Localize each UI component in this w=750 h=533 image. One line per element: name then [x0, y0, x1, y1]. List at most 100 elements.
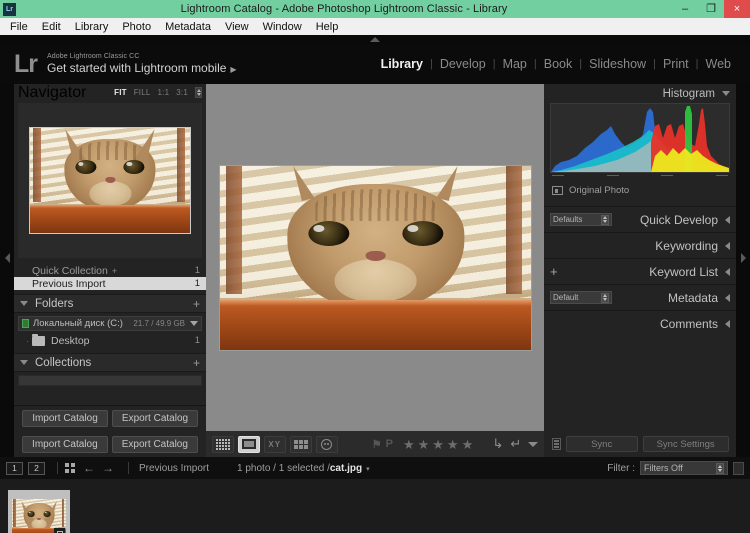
navigator-preview[interactable]: [18, 103, 202, 258]
zoom-1-1[interactable]: 1:1: [158, 88, 170, 97]
export-catalog-button[interactable]: Export Catalog: [112, 410, 198, 427]
disclosure-triangle-icon[interactable]: [725, 216, 730, 224]
histogram-header[interactable]: Histogram: [544, 84, 736, 103]
export-catalog-button-2[interactable]: Export Catalog: [112, 436, 198, 453]
disclosure-triangle-icon[interactable]: [725, 268, 730, 276]
module-book[interactable]: Book: [537, 57, 580, 71]
menu-edit[interactable]: Edit: [35, 19, 68, 35]
folder-item-desktop[interactable]: · Desktop 1: [14, 333, 206, 348]
right-panel-toggle[interactable]: [736, 84, 750, 431]
module-slideshow[interactable]: Slideshow: [582, 57, 653, 71]
original-photo-label: Original Photo: [569, 185, 629, 196]
module-map[interactable]: Map: [496, 57, 534, 71]
flag-reject-icon[interactable]: P: [386, 438, 393, 450]
star-1: ★: [403, 438, 415, 451]
disclosure-triangle-icon[interactable]: [20, 360, 28, 365]
loupe-view-canvas[interactable]: [206, 84, 545, 431]
chevron-left-icon: [5, 253, 10, 263]
survey-view-button[interactable]: [290, 436, 312, 453]
menu-file[interactable]: File: [3, 19, 35, 35]
sync-settings-button[interactable]: Sync Settings: [643, 436, 729, 452]
disclosure-triangle-icon[interactable]: [722, 91, 730, 96]
rotate-right-button[interactable]: ↵: [510, 436, 521, 452]
stepper-icon[interactable]: [716, 463, 724, 474]
catalog-row-previous-import[interactable]: Previous Import 1: [14, 277, 206, 290]
lightroom-logo-icon: Lr: [14, 52, 37, 77]
module-develop[interactable]: Develop: [433, 57, 493, 71]
filter-panel-toggle[interactable]: [733, 462, 744, 475]
disclosure-triangle-icon[interactable]: [725, 294, 730, 302]
filmstrip-source-label[interactable]: Previous Import: [139, 463, 209, 474]
product-name: Adobe Lightroom Classic CC: [47, 52, 237, 61]
filmstrip-thumbnail[interactable]: [12, 499, 66, 533]
maximize-button[interactable]: ❐: [698, 0, 724, 18]
folders-header[interactable]: Folders +: [14, 294, 206, 313]
filmstrip-selection-info[interactable]: 1 photo / 1 selected /cat.jpg▾: [237, 463, 370, 474]
main-photo[interactable]: [219, 165, 532, 351]
zoom-stepper[interactable]: [195, 87, 202, 98]
disclosure-triangle-icon[interactable]: [20, 301, 28, 306]
navigator-header[interactable]: Navigator FIT FILL 1:1 3:1: [14, 84, 206, 101]
menu-library[interactable]: Library: [68, 19, 116, 35]
flag-pick-icon[interactable]: ⚑: [372, 438, 382, 451]
grid-view-button[interactable]: [212, 436, 234, 453]
zoom-3-1[interactable]: 3:1: [176, 88, 188, 97]
rotate-left-button[interactable]: ↳: [492, 436, 503, 452]
loupe-view-button[interactable]: [238, 436, 260, 453]
module-library[interactable]: Library: [374, 57, 430, 71]
grid-view-icon[interactable]: [65, 463, 75, 473]
compare-view-button[interactable]: XY: [264, 436, 286, 453]
menu-help[interactable]: Help: [309, 19, 346, 35]
module-print[interactable]: Print: [656, 57, 696, 71]
sync-button[interactable]: Sync: [566, 436, 638, 452]
metadata-preset-select[interactable]: Default: [550, 291, 612, 304]
left-panel-toggle[interactable]: [0, 84, 14, 431]
app-icon: Lr: [3, 3, 16, 16]
toolbar-options-caret-icon[interactable]: [528, 442, 538, 447]
import-catalog-button[interactable]: Import Catalog: [22, 410, 108, 427]
add-collection-icon[interactable]: +: [193, 357, 200, 369]
zoom-fill[interactable]: FILL: [134, 88, 151, 97]
histogram-graph[interactable]: [550, 103, 730, 173]
panel-comments[interactable]: Comments: [544, 310, 736, 336]
menu-photo[interactable]: Photo: [115, 19, 158, 35]
star-rating[interactable]: ★ ★ ★ ★ ★: [403, 438, 473, 451]
import-catalog-button-2[interactable]: Import Catalog: [22, 436, 108, 453]
menu-metadata[interactable]: Metadata: [158, 19, 218, 35]
people-view-button[interactable]: [316, 436, 338, 453]
panel-quick-develop[interactable]: Defaults Quick Develop: [544, 206, 736, 232]
folder-drive-row[interactable]: Локальный диск (C:) 21.7 / 49.9 GB: [18, 316, 202, 331]
identity-plate[interactable]: Lr Adobe Lightroom Classic CC Get starte…: [0, 52, 237, 77]
panel-metadata[interactable]: Default Metadata: [544, 284, 736, 310]
menu-window[interactable]: Window: [256, 19, 309, 35]
catalog-row-quick-collection[interactable]: Quick Collection + 1: [14, 264, 206, 277]
panel-keywording[interactable]: Keywording: [544, 232, 736, 258]
navigator-title: Navigator: [18, 84, 86, 102]
module-web[interactable]: Web: [699, 57, 738, 71]
navigate-forward-icon[interactable]: →: [102, 462, 114, 474]
add-keyword-icon[interactable]: +: [550, 265, 558, 278]
disclosure-triangle-icon[interactable]: [725, 242, 730, 250]
navigate-back-icon[interactable]: ←: [83, 462, 95, 474]
disclosure-triangle-icon[interactable]: [725, 320, 730, 328]
add-folder-icon[interactable]: +: [193, 298, 200, 310]
collections-header[interactable]: Collections +: [14, 353, 206, 372]
monitor-1-button[interactable]: 1: [6, 462, 23, 475]
collections-search-field[interactable]: [18, 375, 202, 386]
folders-title: Folders: [35, 298, 73, 310]
menu-view[interactable]: View: [218, 19, 256, 35]
thumbnail-badge-icon[interactable]: [54, 528, 65, 533]
stepper-icon[interactable]: [601, 293, 609, 303]
quick-develop-preset-select[interactable]: Defaults: [550, 213, 612, 226]
zoom-fit[interactable]: FIT: [114, 88, 127, 97]
panel-keyword-list[interactable]: + Keyword List: [544, 258, 736, 284]
filmstrip-thumbnail-cell[interactable]: [8, 490, 70, 533]
filter-select[interactable]: Filters Off: [640, 461, 728, 475]
monitor-2-button[interactable]: 2: [28, 462, 45, 475]
chevron-down-icon[interactable]: [190, 321, 198, 326]
top-panel-toggle[interactable]: [0, 35, 750, 44]
minimize-button[interactable]: –: [672, 0, 698, 18]
stepper-icon[interactable]: [601, 215, 609, 225]
close-button[interactable]: ×: [724, 0, 750, 18]
sync-mode-icon[interactable]: [552, 438, 561, 450]
